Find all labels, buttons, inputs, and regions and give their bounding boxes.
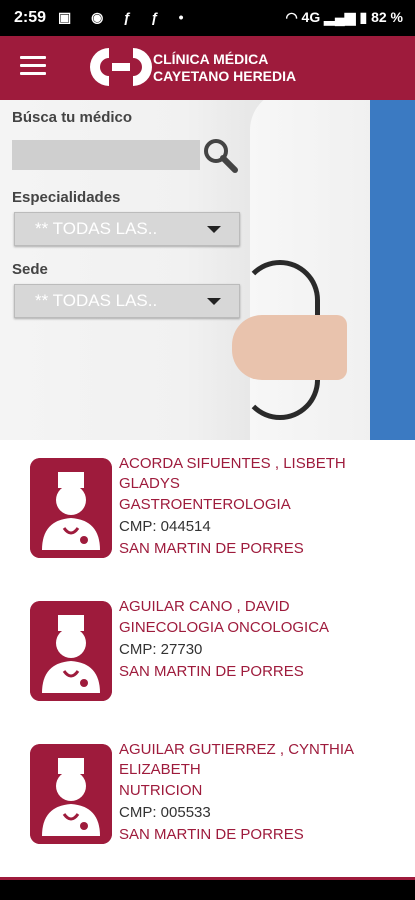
doctor-specialty: GASTROENTEROLOGIA (119, 496, 291, 513)
doctor-info: AGUILAR GUTIERREZ , CYNTHIA ELIZABETH NU… (119, 740, 399, 846)
doctor-list-item[interactable]: ACORDA SIFUENTES , LISBETH GLADYS GASTRO… (0, 450, 415, 570)
signal-icon: ▂▄▆ (324, 9, 356, 25)
status-right: ◠ 4G ▂▄▆ ▮ 82 % (285, 9, 403, 26)
specialty-label: Especialidades (12, 189, 121, 206)
doctor-avatar-icon (30, 458, 112, 558)
doctor-avatar-icon (30, 744, 112, 844)
notification-icons: ▣ ◉ ƒ ƒ • (58, 9, 192, 25)
status-time: 2:59 (14, 9, 47, 26)
doctor-site: SAN MARTIN DE PORRES (119, 826, 304, 843)
search-label: Búsca tu médico (12, 109, 133, 126)
doctor-list-item[interactable]: AGUILAR GUTIERREZ , CYNTHIA ELIZABETH NU… (0, 736, 415, 856)
doctor-specialty: GINECOLOGIA ONCOLOGICA (119, 619, 330, 636)
brand-line-1: CLÍNICA MÉDICA (153, 51, 269, 67)
system-nav-bar (0, 880, 415, 900)
doctor-avatar-icon (30, 601, 112, 701)
menu-icon[interactable] (20, 56, 46, 80)
search-icon[interactable] (202, 137, 238, 173)
brand-line-2: CAYETANO HEREDIA (153, 68, 297, 84)
site-value: ** TODAS LAS.. (35, 291, 158, 310)
doctor-name: AGUILAR GUTIERREZ , CYNTHIA ELIZABETH (119, 741, 354, 778)
clinic-logo (89, 48, 153, 86)
site-label: Sede (12, 261, 48, 278)
specialty-value: ** TODAS LAS.. (35, 219, 158, 238)
search-input[interactable] (12, 140, 200, 170)
status-bar: 2:59 ▣ ◉ ƒ ƒ • ◠ 4G ▂▄▆ ▮ 82 % (0, 0, 415, 36)
doctor-info: ACORDA SIFUENTES , LISBETH GLADYS GASTRO… (119, 454, 399, 560)
app-bar: CLÍNICA MÉDICA CAYETANO HEREDIA (0, 36, 415, 100)
dropdown-arrow-icon (207, 226, 221, 233)
hero-hand (232, 315, 347, 380)
doctor-specialty: NUTRICION (119, 782, 203, 799)
doctor-cmp: CMP: 044514 (119, 518, 211, 535)
doctor-name: AGUILAR CANO , DAVID (119, 598, 290, 615)
network-label: 4G (301, 9, 321, 25)
battery-level: 82 % (371, 9, 403, 25)
doctor-info: AGUILAR CANO , DAVID GINECOLOGIA ONCOLOG… (119, 597, 399, 683)
filter-panel: Búsca tu médico Especialidades ** TODAS … (0, 100, 415, 440)
doctor-name: ACORDA SIFUENTES , LISBETH GLADYS (119, 455, 346, 492)
battery-icon: ▮ (359, 9, 368, 25)
doctor-cmp: CMP: 27730 (119, 641, 203, 658)
brand-name: CLÍNICA MÉDICA CAYETANO HEREDIA (153, 51, 296, 85)
site-select[interactable]: ** TODAS LAS.. (14, 284, 240, 318)
dropdown-arrow-icon (207, 298, 221, 305)
wifi-icon: ◠ (285, 9, 298, 25)
doctor-site: SAN MARTIN DE PORRES (119, 663, 304, 680)
specialty-select[interactable]: ** TODAS LAS.. (14, 212, 240, 246)
hero-scrubs (370, 100, 415, 440)
doctor-site: SAN MARTIN DE PORRES (119, 540, 304, 557)
doctor-list-item[interactable]: AGUILAR CANO , DAVID GINECOLOGIA ONCOLOG… (0, 593, 415, 713)
doctor-cmp: CMP: 005533 (119, 804, 211, 821)
